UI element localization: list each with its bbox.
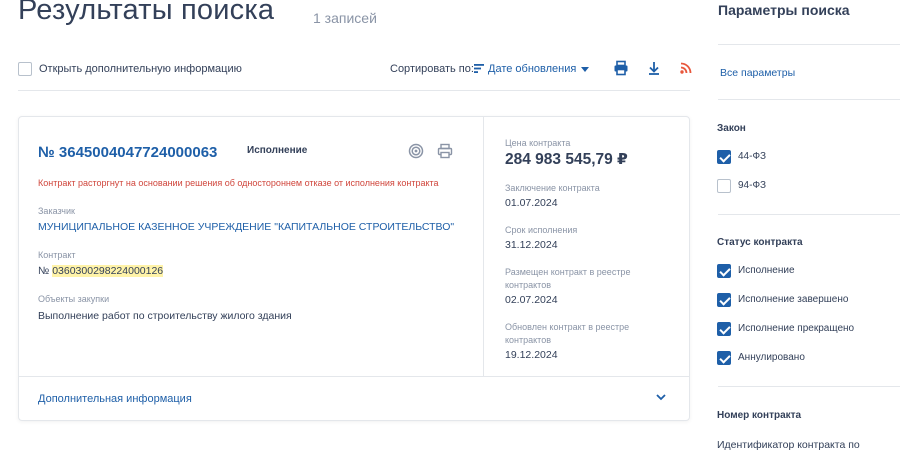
objects-label: Объекты закупки (38, 294, 110, 304)
download-icon[interactable] (646, 60, 662, 76)
status-option-label[interactable]: Исполнение завершено (738, 294, 848, 305)
contract-status: Исполнение (247, 145, 308, 156)
checkbox-checked[interactable] (717, 293, 731, 307)
rss-icon[interactable] (678, 60, 694, 76)
sidebar-title: Параметры поиска (718, 2, 850, 18)
open-info-checkbox[interactable] (18, 62, 32, 76)
price-value: 284 983 545,79 ₽ (505, 151, 628, 168)
contract-reg-number: № 0360300298224000126 (38, 265, 164, 277)
checkbox-checked[interactable] (717, 150, 731, 164)
sort-dropdown[interactable]: Дате обновления (488, 63, 576, 75)
checkbox-checked[interactable] (717, 322, 731, 336)
term-date: 31.12.2024 (505, 239, 558, 251)
number-section-title: Номер контракта (717, 410, 802, 421)
conclusion-label: Заключение контракта (505, 183, 600, 193)
posted-date: 02.07.2024 (505, 294, 558, 306)
status-option-label[interactable]: Исполнение прекращено (738, 323, 854, 334)
termination-warning: Контракт расторгнут на основании решения… (38, 178, 439, 188)
search-params-sidebar: Параметры поиска Все параметры Закон 44-… (700, 0, 900, 450)
open-info-label[interactable]: Открыть дополнительную информацию (39, 63, 242, 75)
contract-card: № 3645004047724000063 Исполнение Контрак… (18, 116, 690, 421)
contract-reg-prefix: № (38, 265, 53, 277)
sidebar-divider (718, 386, 900, 387)
caret-down-icon[interactable] (581, 67, 589, 72)
more-info-toggle[interactable]: Дополнительная информация (19, 376, 689, 420)
checkbox-unchecked[interactable] (717, 179, 731, 193)
updated-label: Обновлен контракт в реестре контрактов (505, 322, 630, 345)
card-print-icon[interactable] (437, 143, 453, 159)
term-label: Срок исполнения (505, 225, 578, 235)
updated-date: 19.12.2024 (505, 349, 558, 361)
law-option-94fz[interactable]: 94-ФЗ (717, 178, 897, 194)
customer-label: Заказчик (38, 206, 75, 216)
checkbox-checked[interactable] (717, 351, 731, 365)
status-option-label[interactable]: Аннулировано (738, 352, 805, 363)
law-option-label[interactable]: 44-ФЗ (738, 151, 766, 162)
sidebar-divider (718, 99, 900, 100)
sort-lines-icon[interactable] (474, 64, 484, 73)
status-option-execution[interactable]: Исполнение (717, 263, 897, 279)
all-params-link[interactable]: Все параметры (720, 67, 795, 79)
law-section-title: Закон (717, 123, 746, 134)
contract-number-link[interactable]: № 3645004047724000063 (38, 144, 217, 161)
status-option-completed[interactable]: Исполнение завершено (717, 292, 897, 308)
more-info-label[interactable]: Дополнительная информация (38, 393, 192, 405)
law-option-label[interactable]: 94-ФЗ (738, 180, 766, 191)
sort-label: Сортировать по: (390, 63, 474, 75)
contract-label: Контракт (38, 250, 76, 260)
contract-main-info: № 3645004047724000063 Исполнение Контрак… (19, 117, 483, 376)
status-section-title: Статус контракта (717, 237, 803, 248)
contract-reg-value: 0360300298224000126 (52, 265, 164, 277)
page-title: Результаты поиска (18, 0, 275, 26)
checkbox-checked[interactable] (717, 264, 731, 278)
toolbar-divider (18, 90, 690, 91)
price-label: Цена контракта (505, 138, 571, 148)
status-option-label[interactable]: Исполнение (738, 265, 795, 276)
chevron-down-icon[interactable] (655, 391, 667, 403)
sidebar-divider (718, 44, 900, 45)
target-icon[interactable] (408, 143, 424, 159)
number-field-label: Идентификатор контракта по (717, 439, 860, 450)
contract-details: Цена контракта 284 983 545,79 ₽ Заключен… (483, 117, 689, 376)
sidebar-divider (718, 214, 900, 215)
print-icon[interactable] (613, 60, 629, 76)
objects-value: Выполнение работ по строительству жилого… (38, 310, 292, 322)
records-count: 1 записей (313, 10, 377, 26)
customer-link[interactable]: МУНИЦИПАЛЬНОЕ КАЗЕННОЕ УЧРЕЖДЕНИЕ "КАПИТ… (38, 221, 454, 233)
results-toolbar: Открыть дополнительную информацию Сортир… (18, 58, 692, 80)
law-option-44fz[interactable]: 44-ФЗ (717, 149, 897, 165)
status-option-cancelled[interactable]: Аннулировано (717, 350, 897, 366)
status-option-terminated[interactable]: Исполнение прекращено (717, 321, 897, 337)
posted-label: Размещен контракт в реестре контрактов (505, 267, 631, 290)
conclusion-date: 01.07.2024 (505, 197, 558, 209)
